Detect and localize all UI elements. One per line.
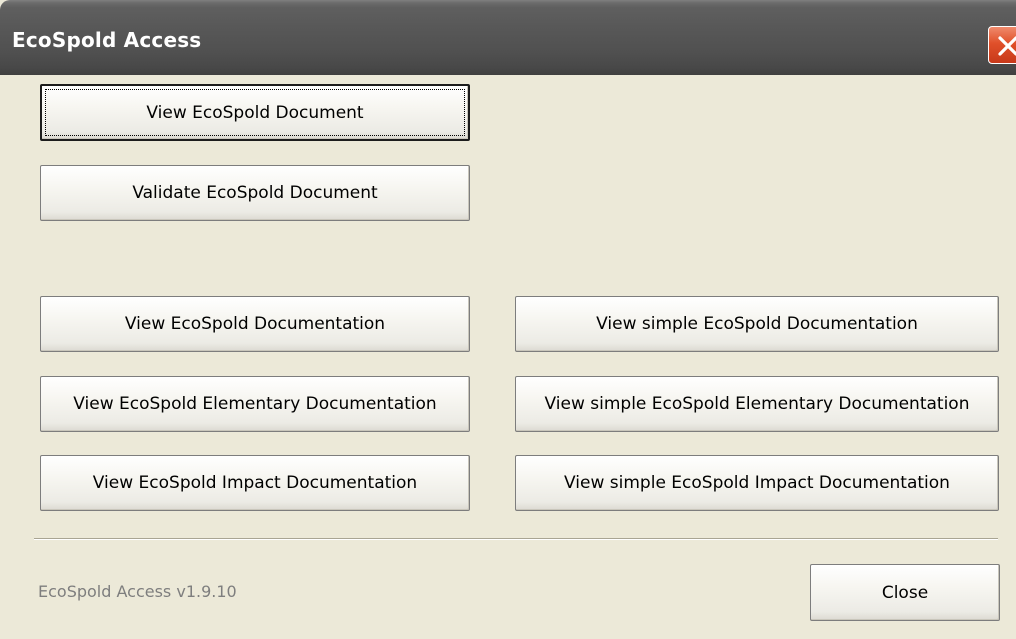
validate-ecospold-document-button[interactable]: Validate EcoSpold Document xyxy=(40,165,470,221)
view-ecospold-document-button[interactable]: View EcoSpold Document xyxy=(40,84,470,141)
view-simple-ecospold-documentation-label: View simple EcoSpold Documentation xyxy=(596,314,918,334)
footer-divider xyxy=(34,538,998,540)
view-simple-ecospold-documentation-button[interactable]: View simple EcoSpold Documentation xyxy=(515,296,999,352)
close-icon xyxy=(998,36,1016,56)
view-simple-ecospold-elementary-documentation-label: View simple EcoSpold Elementary Document… xyxy=(544,394,970,414)
close-button[interactable]: Close xyxy=(810,564,1000,621)
title-close-button[interactable] xyxy=(988,26,1016,64)
title-bar[interactable]: EcoSpold Access xyxy=(0,0,1016,75)
view-ecospold-impact-documentation-button[interactable]: View EcoSpold Impact Documentation xyxy=(40,455,470,511)
window-title: EcoSpold Access xyxy=(12,28,202,52)
view-simple-ecospold-impact-documentation-button[interactable]: View simple EcoSpold Impact Documentatio… xyxy=(515,455,999,511)
version-label: EcoSpold Access v1.9.10 xyxy=(38,582,237,601)
close-button-label: Close xyxy=(881,582,929,603)
view-simple-ecospold-elementary-documentation-button[interactable]: View simple EcoSpold Elementary Document… xyxy=(515,376,999,432)
view-simple-ecospold-impact-documentation-label: View simple EcoSpold Impact Documentatio… xyxy=(564,473,950,493)
view-ecospold-impact-documentation-label: View EcoSpold Impact Documentation xyxy=(92,473,418,493)
view-ecospold-documentation-label: View EcoSpold Documentation xyxy=(124,314,386,334)
view-ecospold-document-label: View EcoSpold Document xyxy=(146,102,364,123)
view-ecospold-elementary-documentation-button[interactable]: View EcoSpold Elementary Documentation xyxy=(40,376,470,432)
view-ecospold-documentation-button[interactable]: View EcoSpold Documentation xyxy=(40,296,470,352)
validate-ecospold-document-label: Validate EcoSpold Document xyxy=(132,183,378,203)
ecospold-access-dialog: EcoSpold Access View EcoSpold Document V… xyxy=(0,0,1016,639)
view-ecospold-elementary-documentation-label: View EcoSpold Elementary Documentation xyxy=(73,394,437,414)
